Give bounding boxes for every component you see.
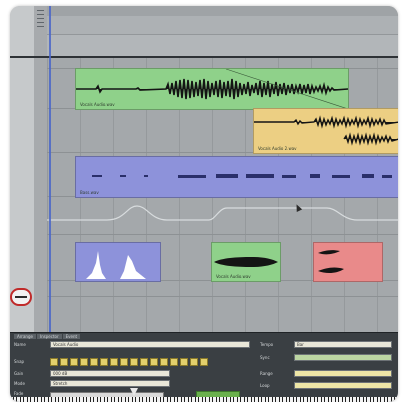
snap-key[interactable] bbox=[150, 358, 158, 366]
snap-key[interactable] bbox=[170, 358, 178, 366]
snap-key[interactable] bbox=[160, 358, 168, 366]
snap-label: Snap bbox=[14, 359, 25, 364]
range-field[interactable] bbox=[294, 370, 392, 377]
playhead-cursor[interactable] bbox=[49, 6, 51, 336]
tab-inspector[interactable]: Inspector bbox=[36, 334, 62, 339]
tempo-field[interactable]: Bar bbox=[294, 341, 392, 348]
clip-1-waveform bbox=[76, 69, 348, 109]
snap-key[interactable] bbox=[60, 358, 68, 366]
ruler-ticks bbox=[37, 10, 44, 28]
snap-key[interactable] bbox=[180, 358, 188, 366]
snap-key-row[interactable] bbox=[50, 358, 208, 366]
inspector-tabs: Arrange Inspector Event bbox=[14, 334, 81, 340]
snap-key[interactable] bbox=[120, 358, 128, 366]
snap-key[interactable] bbox=[130, 358, 138, 366]
audio-clip-2[interactable]: Vocals Audio 2.wav bbox=[253, 108, 398, 154]
clip-1-label: Vocals Audio.wav bbox=[80, 102, 115, 107]
audio-clip-1[interactable]: Vocals Audio.wav bbox=[75, 68, 349, 110]
marker-lane[interactable] bbox=[47, 16, 398, 35]
tempo-lane[interactable] bbox=[47, 35, 398, 56]
snap-key[interactable] bbox=[50, 358, 58, 366]
clip-2-label: Vocals Audio 2.wav bbox=[258, 146, 297, 151]
tab-event[interactable]: Event bbox=[62, 334, 81, 339]
arrange-area[interactable]: Vocals Audio.wav Vocals Audio 2.wav Bass… bbox=[10, 6, 398, 336]
tab-arrange[interactable]: Arrange bbox=[14, 334, 36, 339]
gain-label: Gain bbox=[14, 371, 24, 376]
loop-label: Loop bbox=[260, 383, 270, 388]
automation-curve[interactable] bbox=[47, 196, 398, 234]
sync-field[interactable] bbox=[294, 354, 392, 361]
range-label: Range bbox=[260, 371, 273, 376]
fade-label: Fade bbox=[14, 391, 24, 396]
clip-3-waveform bbox=[92, 174, 392, 178]
audio-clip-5[interactable]: Vocals Audio.wav bbox=[211, 242, 281, 282]
sync-label: Sync bbox=[260, 355, 270, 360]
snap-key[interactable] bbox=[110, 358, 118, 366]
snap-key[interactable] bbox=[80, 358, 88, 366]
snap-key[interactable] bbox=[70, 358, 78, 366]
inspector-panel: Arrange Inspector Event Name Vocals Audio … bbox=[10, 332, 398, 402]
snap-key[interactable] bbox=[100, 358, 108, 366]
loop-field[interactable] bbox=[294, 382, 392, 389]
audio-clip-6[interactable] bbox=[313, 242, 383, 282]
gain-field[interactable]: 000 dB bbox=[50, 370, 170, 377]
clip-5-label: Vocals Audio.wav bbox=[216, 274, 251, 279]
mode-label: Mode bbox=[14, 381, 25, 386]
record-arm-toggle[interactable] bbox=[10, 288, 32, 306]
snap-key[interactable] bbox=[200, 358, 208, 366]
clip-4-waveform bbox=[86, 251, 146, 279]
snap-key[interactable] bbox=[90, 358, 98, 366]
name-field[interactable]: Vocals Audio bbox=[50, 341, 250, 348]
audio-clip-4[interactable] bbox=[75, 242, 161, 282]
section-divider bbox=[10, 56, 398, 58]
lane-divider bbox=[47, 234, 398, 235]
lane-divider bbox=[47, 296, 398, 297]
audio-clip-3[interactable]: Bass.wav bbox=[75, 156, 398, 198]
piano-keyboard[interactable] bbox=[10, 397, 398, 402]
snap-key[interactable] bbox=[190, 358, 198, 366]
fade-slider-thumb[interactable] bbox=[130, 388, 138, 396]
daw-window: Vocals Audio.wav Vocals Audio 2.wav Bass… bbox=[10, 6, 398, 402]
tempo-label: Tempo bbox=[260, 342, 274, 347]
name-label: Name bbox=[14, 342, 26, 347]
clip-6-waveform bbox=[318, 250, 344, 274]
mode-field[interactable]: Stretch bbox=[50, 380, 170, 387]
clip-3-label: Bass.wav bbox=[80, 190, 99, 195]
snap-key[interactable] bbox=[140, 358, 148, 366]
